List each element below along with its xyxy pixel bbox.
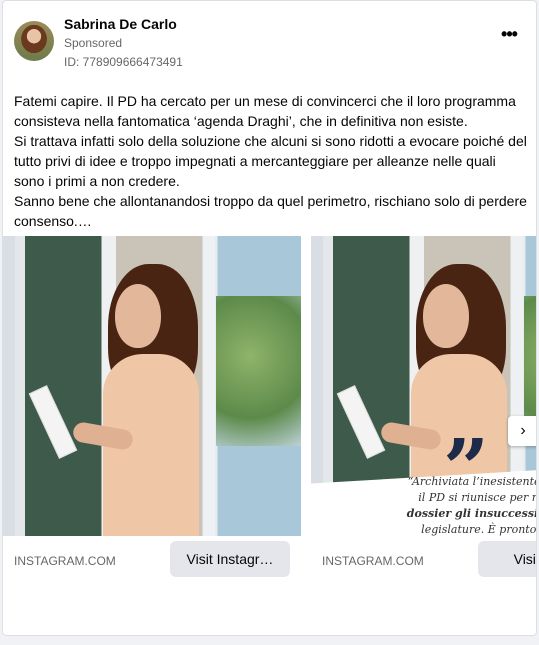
- chevron-right-icon[interactable]: ›: [508, 416, 536, 446]
- card-domain: INSTAGRAM.COM: [14, 554, 116, 568]
- carousel-card[interactable]: ” “Archiviata l’inesistente agenda Dra i…: [311, 236, 537, 596]
- more-options-icon[interactable]: •••: [498, 25, 520, 45]
- card-image[interactable]: [3, 236, 301, 536]
- ad-id: ID: 778909666473491: [64, 55, 183, 69]
- avatar[interactable]: [14, 21, 54, 61]
- post-header: Sabrina De Carlo Sponsored ID: 778909666…: [3, 1, 536, 81]
- post-text: Fatemi capire. Il PD ha cercato per un m…: [14, 93, 527, 229]
- carousel-card[interactable]: INSTAGRAM.COM Visit Instagr…: [3, 236, 301, 596]
- visit-instagram-button[interactable]: Visit Instagr…: [170, 541, 290, 577]
- ad-post-card: Sabrina De Carlo Sponsored ID: 778909666…: [2, 0, 537, 636]
- quote-text: “Archiviata l’inesistente agenda Dra il …: [406, 475, 537, 536]
- visit-instagram-button[interactable]: Visit Ins: [478, 541, 536, 577]
- card-image[interactable]: ” “Archiviata l’inesistente agenda Dra i…: [311, 236, 537, 536]
- sponsored-label: Sponsored: [64, 36, 123, 50]
- carousel: INSTAGRAM.COM Visit Instagr… ” “Archivia…: [3, 236, 537, 631]
- card-domain: INSTAGRAM.COM: [322, 554, 424, 568]
- author-name[interactable]: Sabrina De Carlo: [64, 16, 177, 32]
